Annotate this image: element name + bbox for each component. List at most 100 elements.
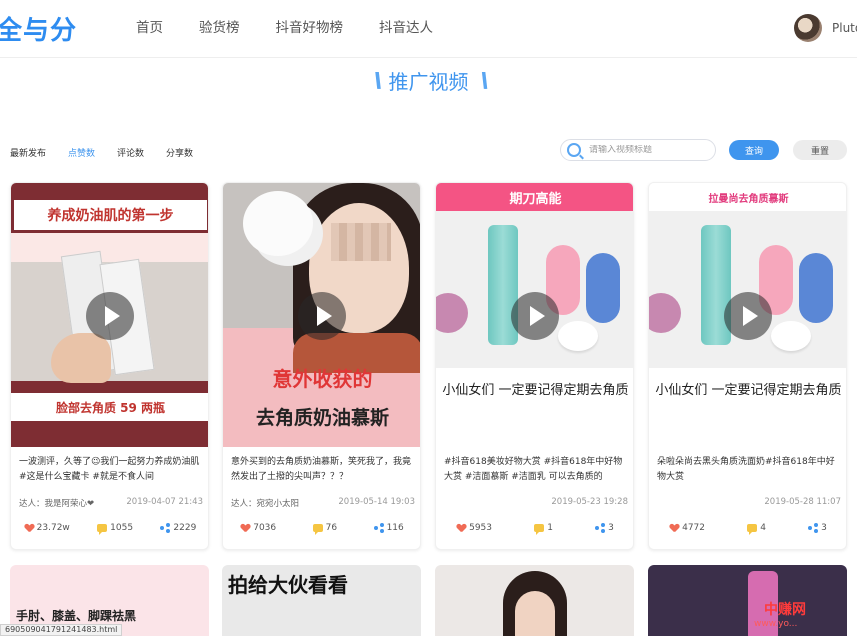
likes-count: 5953 bbox=[469, 523, 492, 533]
video-description[interactable]: 一波测评，久等了😉我们一起努力养成奶油肌#这是什么宝藏卡 #就是不食人间 bbox=[19, 455, 205, 485]
share-icon bbox=[595, 523, 606, 533]
video-description[interactable]: 意外买到的去角质奶油慕斯，笑死我了，我竟然发出了土撥的尖叫声？？？ bbox=[231, 455, 417, 485]
video-thumbnail[interactable]: 拉曼尚去角质慕斯 小仙女们 一定要记得定期去角质 bbox=[649, 183, 846, 447]
watermark: 中赚网 bbox=[764, 602, 806, 618]
nav-goods-ranking[interactable]: 抖音好物榜 bbox=[276, 18, 344, 38]
video-card[interactable]: 拍给大伙看看 bbox=[222, 565, 421, 636]
thumb-caption-bottom: 去角质奶油慕斯 bbox=[255, 406, 389, 429]
comments-count: 1055 bbox=[110, 523, 134, 533]
nav-home[interactable]: 首页 bbox=[136, 18, 163, 38]
comments-stat: 4 bbox=[747, 523, 766, 535]
shares-stat: 116 bbox=[373, 523, 404, 533]
thumb-caption: 拍给大伙看看 bbox=[228, 573, 348, 597]
flower-image bbox=[436, 293, 468, 333]
video-card[interactable] bbox=[435, 565, 634, 636]
toy-image bbox=[799, 253, 833, 323]
likes-count: 23.72w bbox=[36, 523, 70, 533]
comment-icon bbox=[534, 524, 545, 535]
publish-date: 2019-05-23 19:28 bbox=[551, 497, 628, 507]
video-description[interactable]: 朵啦朵尚去黑头角质洗面奶#抖音618年中好物大赏 bbox=[657, 455, 843, 485]
shares-count: 116 bbox=[386, 523, 404, 533]
play-icon[interactable] bbox=[724, 292, 772, 340]
shares-count: 2229 bbox=[173, 523, 197, 533]
sort-options: 最新发布 点赞数 评论数 分享数 bbox=[10, 146, 215, 159]
share-icon bbox=[808, 523, 819, 533]
comments-stat: 1055 bbox=[97, 523, 134, 535]
video-card[interactable]: 中赚网 www.yo... bbox=[648, 565, 847, 636]
heart-icon bbox=[457, 524, 466, 532]
comment-icon bbox=[312, 524, 323, 535]
heart-icon bbox=[241, 524, 250, 532]
play-icon[interactable] bbox=[298, 292, 346, 340]
foam-image bbox=[558, 321, 598, 351]
thumb-caption-bottom: 脸部去角质 59 两瓶 bbox=[11, 393, 208, 421]
play-icon[interactable] bbox=[511, 292, 559, 340]
search-input[interactable] bbox=[589, 145, 709, 155]
shares-count: 3 bbox=[608, 523, 614, 533]
video-card[interactable]: 期刀高能 小仙女们 一定要记得定期去角质 #抖音618美妆好物大赏 #抖音618… bbox=[435, 182, 634, 550]
likes-count: 7036 bbox=[253, 523, 277, 533]
hand-image bbox=[51, 333, 111, 383]
thumb-caption-top: 养成奶油肌的第一步 bbox=[11, 197, 208, 233]
reset-button[interactable]: 重置 bbox=[793, 140, 847, 160]
likes-stat: 7036 bbox=[241, 523, 276, 533]
thumb-caption-top: 意外收获的 bbox=[272, 366, 373, 391]
nav-influencers[interactable]: 抖音达人 bbox=[379, 18, 433, 38]
heart-icon bbox=[670, 524, 679, 532]
comments-count: 4 bbox=[760, 523, 766, 533]
author[interactable]: 达人：我是阿荣心❤ bbox=[19, 497, 94, 509]
play-icon[interactable] bbox=[86, 292, 134, 340]
shares-stat: 2229 bbox=[160, 523, 196, 533]
comments-count: 76 bbox=[325, 523, 338, 533]
query-button[interactable]: 查询 bbox=[729, 140, 779, 160]
nav-inspection-ranking[interactable]: 验货榜 bbox=[199, 18, 240, 38]
video-thumbnail[interactable]: 意外收获的 去角质奶油慕斯 bbox=[223, 183, 420, 447]
share-icon bbox=[160, 523, 171, 533]
thumb-caption-top: 期刀高能 bbox=[436, 183, 633, 211]
shares-count: 3 bbox=[821, 523, 827, 533]
video-stats: 7036 76 116 bbox=[223, 523, 420, 535]
video-description[interactable]: #抖音618美妆好物大赏 #抖音618年中好物大赏 #洁面慕斯 #洁面乳 可以去… bbox=[444, 455, 630, 485]
comments-stat: 1 bbox=[534, 523, 553, 535]
author[interactable]: 达人：宛宛小太阳 bbox=[231, 497, 299, 509]
search-box bbox=[560, 139, 716, 161]
video-meta: 2019-05-23 19:28 bbox=[444, 497, 628, 507]
thumb-caption: 手肘、膝盖、脚踝祛黑 bbox=[16, 609, 137, 623]
logo-text: 全与分 bbox=[0, 15, 78, 46]
video-meta: 达人：我是阿荣心❤ 2019-04-07 21:43 bbox=[19, 497, 203, 509]
user-menu[interactable]: Pluto bbox=[794, 14, 857, 42]
avatar[interactable] bbox=[794, 14, 822, 42]
video-thumbnail[interactable]: 养成奶油肌的第一步 脸部去角质 59 两瓶 bbox=[11, 183, 208, 447]
video-card[interactable]: 养成奶油肌的第一步 脸部去角质 59 两瓶 一波测评，久等了😉我们一起努力养成奶… bbox=[10, 182, 209, 550]
search-icon bbox=[567, 143, 581, 157]
sort-shares[interactable]: 分享数 bbox=[166, 146, 193, 159]
main-nav: 首页 验货榜 抖音好物榜 抖音达人 bbox=[136, 18, 469, 38]
likes-count: 4772 bbox=[682, 523, 705, 533]
publish-date: 2019-05-14 19:03 bbox=[338, 497, 415, 507]
video-thumbnail[interactable]: 期刀高能 小仙女们 一定要记得定期去角质 bbox=[436, 183, 633, 447]
comment-icon bbox=[747, 524, 758, 535]
publish-date: 2019-05-28 11:07 bbox=[764, 497, 841, 507]
user-name[interactable]: Pluto bbox=[832, 21, 857, 35]
video-card[interactable]: 意外收获的 去角质奶油慕斯 意外买到的去角质奶油慕斯，笑死我了，我竟然发出了土撥… bbox=[222, 182, 421, 550]
heart-icon bbox=[25, 524, 34, 532]
video-meta: 2019-05-28 11:07 bbox=[657, 497, 841, 507]
sort-comments[interactable]: 评论数 bbox=[117, 146, 144, 159]
decorative-slashes-left: \\ bbox=[373, 68, 382, 92]
likes-stat: 5953 bbox=[457, 523, 492, 533]
sort-latest[interactable]: 最新发布 bbox=[10, 146, 46, 159]
thumb-caption-bottom: 小仙女们 一定要记得定期去角质 bbox=[655, 383, 842, 398]
comments-stat: 76 bbox=[312, 523, 338, 535]
video-stats: 4772 4 3 bbox=[649, 523, 846, 535]
sort-likes[interactable]: 点赞数 bbox=[68, 146, 95, 159]
site-logo[interactable]: 全与分 bbox=[0, 12, 78, 46]
video-stats: 23.72w 1055 2229 bbox=[11, 523, 208, 535]
top-header: 全与分 首页 验货榜 抖音好物榜 抖音达人 Pluto bbox=[0, 0, 857, 58]
video-card[interactable]: 拉曼尚去角质慕斯 小仙女们 一定要记得定期去角质 朵啦朵尚去黑头角质洗面奶#抖音… bbox=[648, 182, 847, 550]
watermark-url: www.yo... bbox=[754, 619, 798, 629]
share-icon bbox=[373, 523, 384, 533]
face-image bbox=[515, 591, 555, 636]
foam-image bbox=[243, 191, 313, 256]
page-title: 推广视频 bbox=[388, 69, 469, 94]
toy-image bbox=[586, 253, 620, 323]
